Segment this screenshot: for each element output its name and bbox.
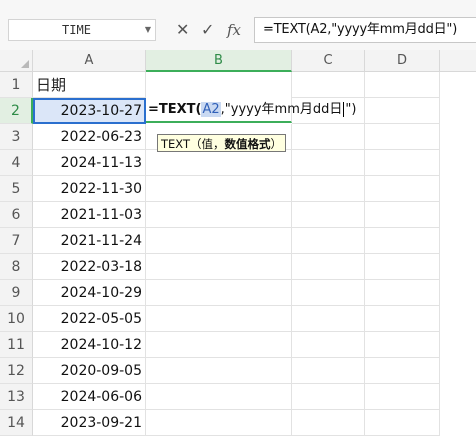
tooltip-function-name: TEXT <box>161 137 190 151</box>
cell-c3[interactable] <box>292 124 365 150</box>
baidu-watermark-logo <box>356 368 471 404</box>
cell-c6[interactable] <box>292 202 365 228</box>
cell-a12[interactable]: 2020-09-05 <box>33 358 146 384</box>
row-header-11[interactable]: 11 <box>0 332 33 358</box>
column-header-c[interactable]: C <box>292 50 365 72</box>
cell-d8[interactable] <box>365 254 440 280</box>
formula-function-name: =TEXT <box>148 102 196 117</box>
cell-a8[interactable]: 2022-03-18 <box>33 254 146 280</box>
cell-b5[interactable] <box>146 176 292 202</box>
cell-b11[interactable] <box>146 332 292 358</box>
row-header-8[interactable]: 8 <box>0 254 33 280</box>
row-header-1[interactable]: 1 <box>0 72 33 98</box>
insert-function-icon[interactable]: fx <box>227 19 241 41</box>
cell-a3[interactable]: 2022-06-23 <box>33 124 146 150</box>
row-header-7[interactable]: 7 <box>0 228 33 254</box>
name-box[interactable]: TIME ▼ <box>8 19 156 41</box>
cell-b1[interactable] <box>146 72 292 98</box>
cell-a2[interactable]: 2023-10-27 <box>33 98 146 124</box>
cell-d7[interactable] <box>365 228 440 254</box>
function-signature-tooltip: TEXT（值，数值格式） <box>157 134 286 152</box>
select-all-corner[interactable] <box>0 50 33 72</box>
formula-input[interactable]: =TEXT(A2,"yyyy年mm月dd日") <box>254 17 476 43</box>
row-header-5[interactable]: 5 <box>0 176 33 202</box>
cell-c8[interactable] <box>292 254 365 280</box>
tooltip-close: ） <box>270 137 283 151</box>
cell-a11[interactable]: 2024-10-12 <box>33 332 146 358</box>
cell-c12[interactable] <box>292 358 365 384</box>
cell-b6[interactable] <box>146 202 292 228</box>
cell-a6[interactable]: 2021-11-03 <box>33 202 146 228</box>
cell-d5[interactable] <box>365 176 440 202</box>
cell-c13[interactable] <box>292 384 365 410</box>
row-header-10[interactable]: 10 <box>0 306 33 332</box>
tooltip-args: （值， <box>190 137 225 151</box>
confirm-formula-icon[interactable]: ✓ <box>201 19 214 41</box>
formula-format-arg: ,"yyyy年mm月dd日 <box>220 102 343 117</box>
formula-text: =TEXT(A2,"yyyy年mm月dd日") <box>263 22 458 37</box>
cell-b9[interactable] <box>146 280 292 306</box>
cell-b4[interactable] <box>146 150 292 176</box>
cell-d1[interactable] <box>365 72 440 98</box>
cell-a5[interactable]: 2022-11-30 <box>33 176 146 202</box>
select-all-icon <box>21 60 29 68</box>
row-header-4[interactable]: 4 <box>0 150 33 176</box>
cell-c11[interactable] <box>292 332 365 358</box>
cell-c10[interactable] <box>292 306 365 332</box>
cell-b7[interactable] <box>146 228 292 254</box>
tooltip-current-arg: 数值格式 <box>224 137 271 151</box>
formula-cell-reference: A2 <box>201 102 221 117</box>
column-headers: A B C D <box>0 50 476 72</box>
name-box-dropdown-icon[interactable]: ▼ <box>145 20 151 40</box>
column-header-b[interactable]: B <box>146 50 292 72</box>
cell-a13[interactable]: 2024-06-06 <box>33 384 146 410</box>
row-header-9[interactable]: 9 <box>0 280 33 306</box>
row-header-12[interactable]: 12 <box>0 358 33 384</box>
cancel-formula-icon[interactable]: ✕ <box>176 19 189 41</box>
cell-b8[interactable] <box>146 254 292 280</box>
cell-b12[interactable] <box>146 358 292 384</box>
cell-a7[interactable]: 2021-11-24 <box>33 228 146 254</box>
cell-c5[interactable] <box>292 176 365 202</box>
formula-close: ") <box>345 102 357 117</box>
column-header-a[interactable]: A <box>33 50 146 72</box>
column-header-d[interactable]: D <box>365 50 440 72</box>
row-header-6[interactable]: 6 <box>0 202 33 228</box>
cell-c9[interactable] <box>292 280 365 306</box>
row-header-14[interactable]: 14 <box>0 410 33 436</box>
cell-b2-formula: =TEXT(A2,"yyyy年mm月dd日 ") <box>148 97 356 123</box>
cell-b13[interactable] <box>146 384 292 410</box>
cell-d6[interactable] <box>365 202 440 228</box>
cell-a4[interactable]: 2024-11-13 <box>33 150 146 176</box>
row-header-3[interactable]: 3 <box>0 124 33 150</box>
cell-a14[interactable]: 2023-09-21 <box>33 410 146 436</box>
cell-d4[interactable] <box>365 150 440 176</box>
cell-c4[interactable] <box>292 150 365 176</box>
cell-d11[interactable] <box>365 332 440 358</box>
cell-d14[interactable] <box>365 410 440 436</box>
cell-b10[interactable] <box>146 306 292 332</box>
row-header-13[interactable]: 13 <box>0 384 33 410</box>
cell-d10[interactable] <box>365 306 440 332</box>
cell-b2-editor[interactable]: =TEXT(A2,"yyyy年mm月dd日 ") <box>146 97 356 123</box>
cell-d9[interactable] <box>365 280 440 306</box>
name-box-value: TIME <box>62 23 91 37</box>
cell-d3[interactable] <box>365 124 440 150</box>
column-header-partial[interactable] <box>440 50 476 72</box>
cell-c14[interactable] <box>292 410 365 436</box>
cell-a9[interactable]: 2024-10-29 <box>33 280 146 306</box>
cell-a10[interactable]: 2022-05-05 <box>33 306 146 332</box>
cell-c1[interactable] <box>292 72 365 98</box>
cell-c7[interactable] <box>292 228 365 254</box>
cell-b14[interactable] <box>146 410 292 436</box>
cell-a1[interactable]: 日期 <box>33 72 146 98</box>
cell-d2[interactable] <box>365 98 440 124</box>
formula-bar: TIME ▼ ✕ ✓ fx =TEXT(A2,"yyyy年mm月dd日") <box>0 0 476 50</box>
row-header-2[interactable]: 2 <box>0 98 33 124</box>
